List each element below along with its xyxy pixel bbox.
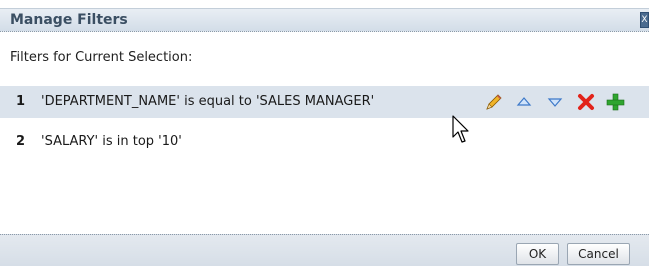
filter-number: 1 <box>16 94 26 109</box>
close-icon: X <box>641 15 648 25</box>
ok-button[interactable]: OK <box>516 243 559 265</box>
cancel-button[interactable]: Cancel <box>567 243 630 265</box>
filter-number: 2 <box>16 134 26 149</box>
filter-row[interactable]: 1 'DEPARTMENT_NAME' is equal to 'SALES M… <box>0 86 649 118</box>
add-filter-green-plus-icon[interactable] <box>605 92 625 112</box>
dialog-header: Manage Filters X <box>0 8 649 32</box>
filter-row[interactable]: 2 'SALARY' is in top '10' <box>0 126 649 158</box>
filter-text: 'DEPARTMENT_NAME' is equal to 'SALES MAN… <box>41 94 375 109</box>
manage-filters-dialog: Manage Filters X Filters for Current Sel… <box>0 0 649 266</box>
close-button[interactable]: X <box>640 12 649 28</box>
move-down-triangle-icon[interactable] <box>545 92 565 112</box>
edit-filter-pencil-icon[interactable] <box>484 92 504 112</box>
delete-filter-red-x-icon[interactable] <box>576 92 596 112</box>
filter-text: 'SALARY' is in top '10' <box>41 134 182 149</box>
filters-subtitle: Filters for Current Selection: <box>10 50 193 65</box>
move-up-triangle-icon[interactable] <box>514 92 534 112</box>
mouse-cursor-icon <box>452 115 469 143</box>
dialog-footer: OK Cancel <box>0 234 649 266</box>
dialog-title: Manage Filters <box>10 12 128 28</box>
